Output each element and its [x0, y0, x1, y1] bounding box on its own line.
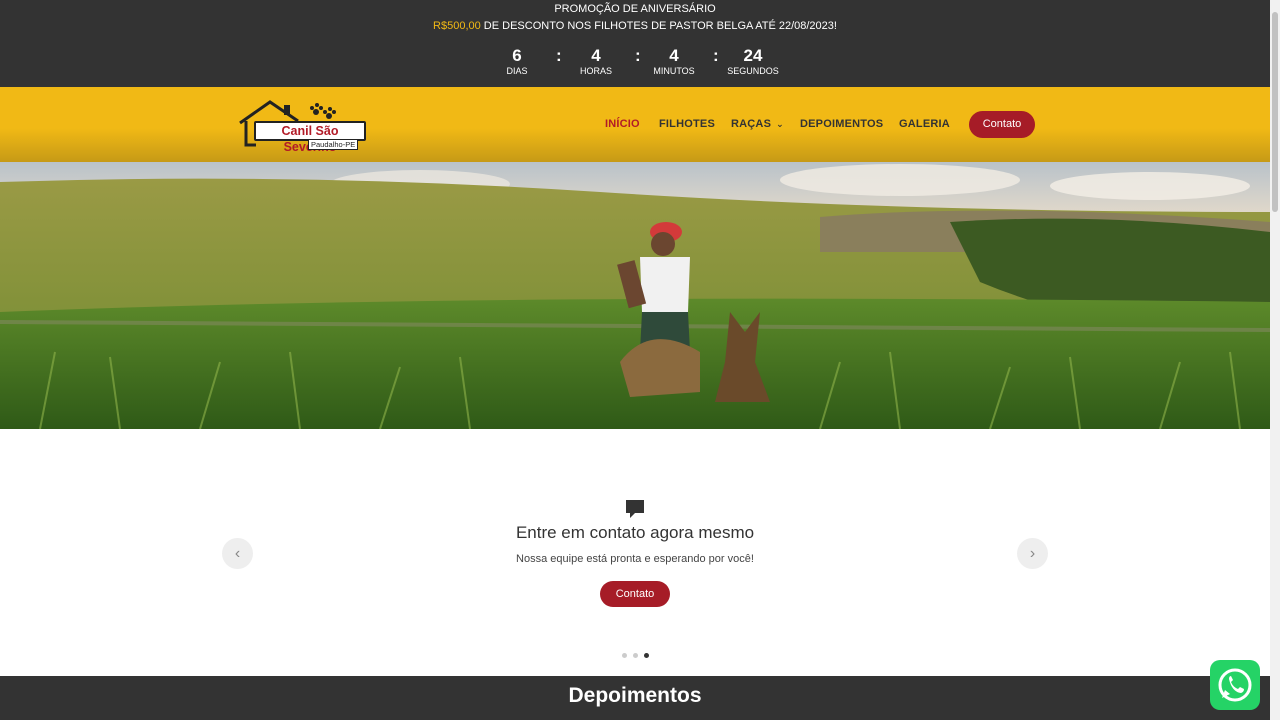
promo-line: R$500,00 DE DESCONTO NOS FILHOTES DE PAS… — [0, 19, 1270, 33]
nav-item-filhotes[interactable]: FILHOTES — [659, 118, 715, 131]
promo-text: DE DESCONTO NOS FILHOTES DE PASTOR BELGA… — [480, 20, 837, 32]
slider-dots — [0, 653, 1270, 659]
slide-contact-button[interactable]: Contato — [600, 581, 670, 607]
promo-bar: PROMOÇÃO DE ANIVERSÁRIO R$500,00 DE DESC… — [0, 0, 1270, 87]
site-header: Canil São Severino Paudalho-PE INÍCIO FI… — [0, 87, 1270, 162]
chat-bubble-icon — [626, 500, 644, 518]
page-scrollbar[interactable] — [1270, 0, 1280, 720]
countdown-minutes-value: 4 — [669, 46, 679, 65]
countdown-minutes: 4 MINUTOS — [639, 46, 709, 77]
whatsapp-icon — [1218, 668, 1252, 702]
page: PROMOÇÃO DE ANIVERSÁRIO R$500,00 DE DESC… — [0, 0, 1280, 720]
logo-location: Paudalho-PE — [308, 139, 359, 150]
promo-highlight: R$500,00 — [433, 20, 481, 32]
slider-dot[interactable] — [644, 653, 649, 658]
countdown-days-value: 6 — [512, 46, 522, 65]
slider-dot[interactable] — [622, 653, 627, 658]
nav-item-depoimentos[interactable]: DEPOIMENTOS — [800, 118, 883, 131]
countdown-seconds-label: SEGUNDOS — [727, 66, 779, 76]
countdown-seconds: 24 SEGUNDOS — [718, 46, 788, 77]
site-logo[interactable]: Canil São Severino Paudalho-PE — [236, 99, 368, 154]
scrollbar-thumb[interactable] — [1272, 12, 1278, 212]
slide-subtitle: Nossa equipe está pronta e esperando por… — [516, 553, 754, 565]
contact-slider: ‹ Entre em contato agora mesmo Nossa equ… — [0, 429, 1270, 676]
countdown-minutes-label: MINUTOS — [653, 66, 695, 76]
promo-title: PROMOÇÃO DE ANIVERSÁRIO — [554, 3, 716, 15]
nav-item-racas-label: RAÇAS — [731, 118, 772, 130]
header-contact-button[interactable]: Contato — [969, 111, 1035, 138]
countdown-hours-label: HORAS — [579, 66, 612, 76]
slider-next-button[interactable]: › — [1017, 538, 1048, 569]
testimonials-section: Depoimentos — [0, 676, 1270, 720]
testimonials-title: Depoimentos — [568, 684, 702, 707]
chevron-down-icon: ⌄ — [776, 119, 784, 129]
nav-item-racas[interactable]: RAÇAS ⌄ — [731, 118, 784, 131]
countdown-hours: 4 HORAS — [561, 46, 631, 77]
hero-image — [0, 162, 1270, 429]
logo-name: Canil São Severino — [254, 121, 366, 154]
countdown-days: 6 DIAS — [482, 46, 552, 77]
hero-landscape-illustration — [0, 162, 1270, 429]
countdown-hours-value: 4 — [591, 46, 601, 65]
whatsapp-button[interactable] — [1210, 660, 1260, 710]
countdown-seconds-value: 24 — [743, 46, 763, 65]
countdown-days-label: DIAS — [506, 66, 528, 76]
slide-title: Entre em contato agora mesmo — [515, 523, 755, 542]
nav-item-galeria[interactable]: GALERIA — [899, 118, 950, 131]
countdown: 6 DIAS : 4 HORAS : 4 MINUTOS : 24 SEGUND… — [0, 46, 1270, 80]
slider-dot[interactable] — [633, 653, 638, 658]
nav-item-inicio[interactable]: INÍCIO — [605, 118, 640, 131]
